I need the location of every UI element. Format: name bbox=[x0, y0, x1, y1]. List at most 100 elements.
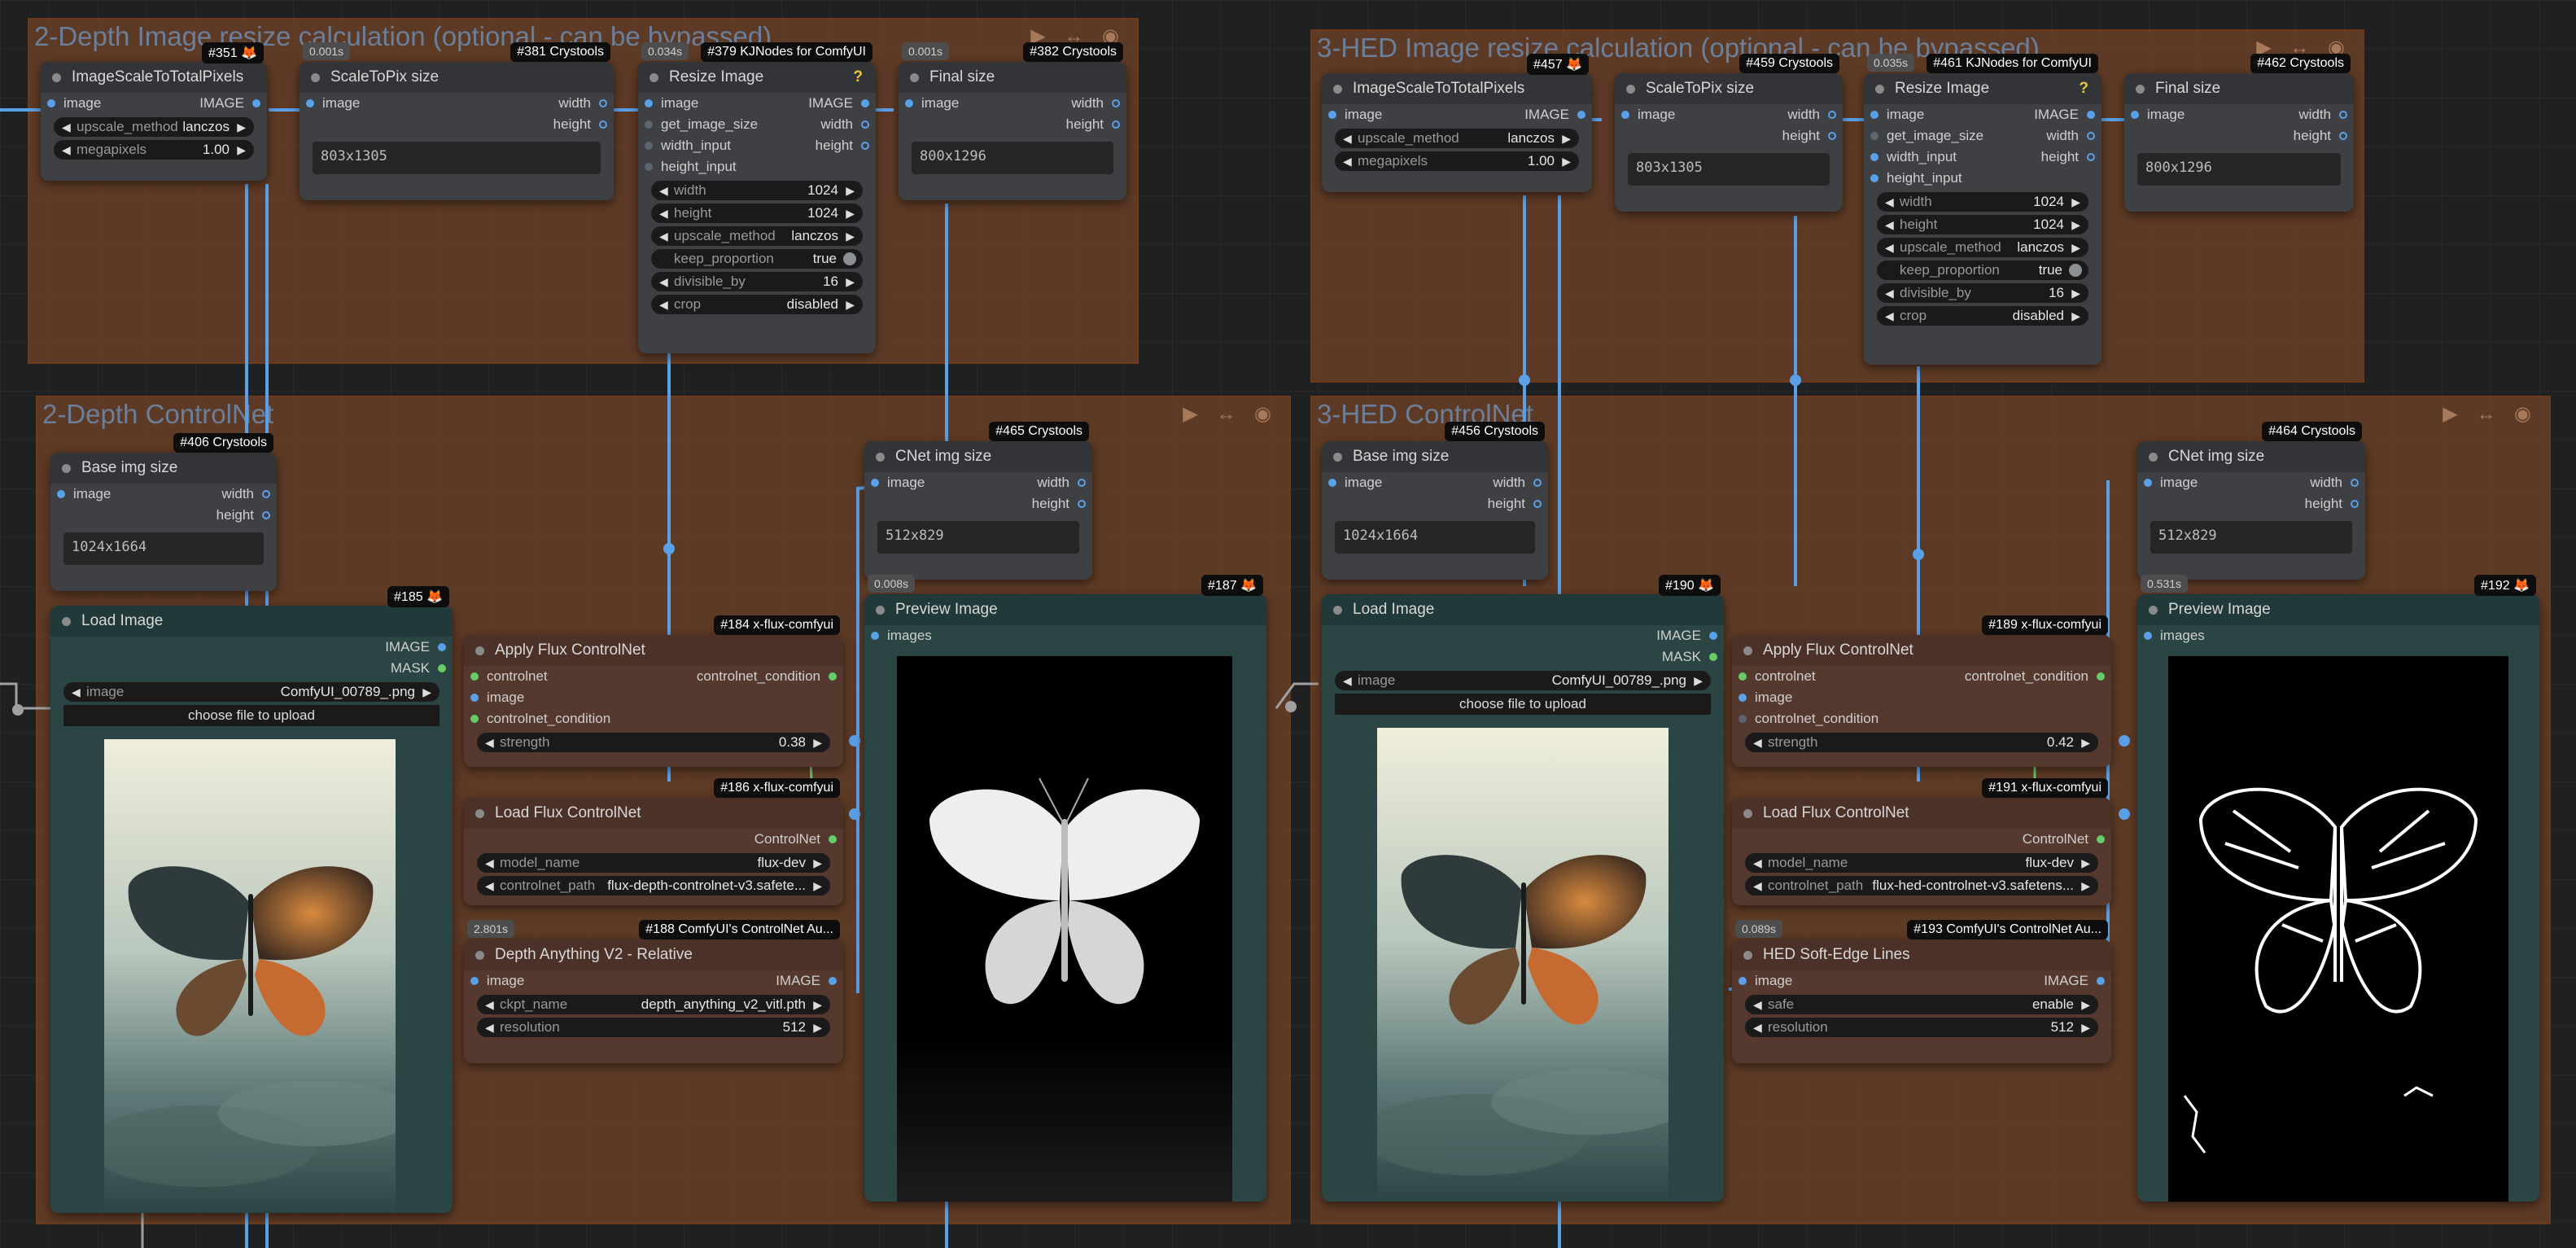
collapse-dot-icon[interactable] bbox=[1743, 809, 1752, 818]
input-slot-icon[interactable] bbox=[871, 632, 879, 640]
arrow-right-icon[interactable]: ▶ bbox=[2081, 853, 2090, 873]
size-text[interactable]: 800x1296 bbox=[2137, 153, 2341, 186]
input-slot-icon[interactable] bbox=[470, 672, 479, 681]
node-base-img-size[interactable]: #456 Crystools Base img size image width … bbox=[1322, 422, 1548, 580]
crop-widget[interactable]: ◀ crop disabled ▶ bbox=[651, 295, 863, 314]
toggle-knob-icon[interactable] bbox=[843, 252, 856, 265]
arrow-right-icon[interactable]: ▶ bbox=[1562, 151, 1571, 171]
node-hed-soft-edge-lines[interactable]: 0.089s #193 ComfyUI's ControlNet Au... H… bbox=[1732, 920, 2111, 1063]
node-preview-image[interactable]: 0.531s #192 🦊 Preview Image images bbox=[2137, 575, 2539, 1202]
output-slot-icon[interactable] bbox=[861, 120, 869, 129]
height-widget[interactable]: ◀ height 1024 ▶ bbox=[651, 204, 863, 223]
arrow-right-icon[interactable]: ▶ bbox=[813, 733, 822, 752]
arrow-right-icon[interactable]: ▶ bbox=[2071, 306, 2080, 326]
node-preview-image[interactable]: 0.008s #187 🦊 Preview Image images bbox=[864, 575, 1266, 1202]
arrow-left-icon[interactable]: ◀ bbox=[72, 682, 81, 702]
input-slot-icon[interactable] bbox=[645, 163, 653, 171]
arrow-right-icon[interactable]: ▶ bbox=[237, 140, 246, 160]
output-slot-icon[interactable] bbox=[861, 142, 869, 150]
arrow-right-icon[interactable]: ▶ bbox=[846, 226, 855, 246]
input-slot-icon[interactable] bbox=[1738, 672, 1747, 681]
node-resize-image[interactable]: 0.034s #379 KJNodes for ComfyUI Resize I… bbox=[638, 42, 876, 353]
arrow-right-icon[interactable]: ▶ bbox=[813, 1018, 822, 1037]
resolution-widget[interactable]: ◀ resolution 512 ▶ bbox=[1745, 1018, 2098, 1037]
divisible-by-widget[interactable]: ◀ divisible_by 16 ▶ bbox=[1877, 283, 2088, 303]
image-file-widget[interactable]: ◀ image ComfyUI_00789_.png ▶ bbox=[1335, 671, 1711, 690]
output-slot-icon[interactable] bbox=[1533, 500, 1542, 508]
node-load-image[interactable]: #190 🦊 Load Image IMAGE MASK ◀ image Comfy… bbox=[1322, 575, 1724, 1202]
input-slot-icon[interactable] bbox=[645, 99, 653, 107]
strength-widget[interactable]: ◀ strength 0.42 ▶ bbox=[1745, 733, 2098, 752]
arrow-left-icon[interactable]: ◀ bbox=[485, 1018, 494, 1037]
output-slot-icon[interactable] bbox=[1533, 479, 1542, 487]
output-slot-icon[interactable] bbox=[262, 511, 270, 519]
arrow-left-icon[interactable]: ◀ bbox=[659, 226, 668, 246]
node-base-img-size[interactable]: #406 Crystools Base img size image width … bbox=[50, 433, 277, 591]
upscale-method-widget[interactable]: ◀ upscale_method lanczos ▶ bbox=[54, 117, 254, 137]
upscale-method-widget[interactable]: ◀ upscale_method lanczos ▶ bbox=[1335, 129, 1579, 148]
output-slot-icon[interactable] bbox=[1112, 99, 1120, 107]
height-widget[interactable]: ◀ height 1024 ▶ bbox=[1877, 215, 2088, 234]
arrow-left-icon[interactable]: ◀ bbox=[1885, 215, 1894, 234]
node-cnet-img-size[interactable]: #464 Crystools CNet img size image width … bbox=[2137, 422, 2365, 580]
size-text[interactable]: 800x1296 bbox=[912, 142, 1113, 174]
collapse-dot-icon[interactable] bbox=[649, 73, 658, 82]
output-slot-icon[interactable] bbox=[1709, 653, 1717, 661]
input-slot-icon[interactable] bbox=[645, 120, 653, 129]
node-final-size[interactable]: 0.001s #382 Crystools Final size image wi… bbox=[899, 42, 1126, 200]
arrow-left-icon[interactable]: ◀ bbox=[1753, 995, 1762, 1014]
arrow-left-icon[interactable]: ◀ bbox=[1343, 671, 1352, 690]
input-slot-icon[interactable] bbox=[2131, 111, 2139, 119]
input-slot-icon[interactable] bbox=[57, 490, 65, 498]
input-slot-icon[interactable] bbox=[47, 99, 55, 107]
node-load-flux-controlnet[interactable]: #186 x-flux-comfyui Load Flux ControlNet… bbox=[464, 778, 843, 905]
collapse-dot-icon[interactable] bbox=[62, 464, 71, 473]
output-slot-icon[interactable] bbox=[1112, 120, 1120, 129]
node-scale-to-pix-size[interactable]: 0.001s #381 Crystools ScaleToPix size im… bbox=[300, 42, 614, 200]
output-slot-icon[interactable] bbox=[1709, 632, 1717, 640]
choose-file-button[interactable]: choose file to upload bbox=[1335, 694, 1711, 715]
output-slot-icon[interactable] bbox=[829, 977, 837, 985]
output-slot-icon[interactable] bbox=[2087, 132, 2095, 140]
arrow-right-icon[interactable]: ▶ bbox=[846, 181, 855, 200]
input-slot-icon[interactable] bbox=[1870, 111, 1878, 119]
collapse-dot-icon[interactable] bbox=[475, 951, 484, 960]
width-widget[interactable]: ◀ width 1024 ▶ bbox=[1877, 192, 2088, 212]
arrow-right-icon[interactable]: ▶ bbox=[2071, 215, 2080, 234]
node-load-flux-controlnet[interactable]: #191 x-flux-comfyui Load Flux ControlNet… bbox=[1732, 778, 2111, 905]
megapixels-widget[interactable]: ◀ megapixels 1.00 ▶ bbox=[1335, 151, 1579, 171]
size-text[interactable]: 803x1305 bbox=[1628, 153, 1830, 186]
arrow-right-icon[interactable]: ▶ bbox=[2071, 283, 2080, 303]
input-slot-icon[interactable] bbox=[1870, 132, 1878, 140]
arrow-left-icon[interactable]: ◀ bbox=[1343, 129, 1352, 148]
arrow-left-icon[interactable]: ◀ bbox=[659, 295, 668, 314]
arrow-left-icon[interactable]: ◀ bbox=[659, 204, 668, 223]
input-slot-icon[interactable] bbox=[2144, 479, 2152, 487]
arrow-right-icon[interactable]: ▶ bbox=[2081, 995, 2090, 1014]
input-slot-icon[interactable] bbox=[1738, 977, 1747, 985]
node-scale-to-pix-size[interactable]: #459 Crystools ScaleToPix size image widt… bbox=[1615, 54, 1843, 212]
keep-proportion-toggle[interactable]: keep_proportion true bbox=[651, 249, 863, 269]
collapse-dot-icon[interactable] bbox=[2136, 85, 2145, 94]
output-slot-icon[interactable] bbox=[599, 99, 607, 107]
arrow-left-icon[interactable]: ◀ bbox=[1753, 733, 1762, 752]
collapse-dot-icon[interactable] bbox=[1626, 85, 1635, 94]
arrow-right-icon[interactable]: ▶ bbox=[1694, 671, 1703, 690]
arrow-left-icon[interactable]: ◀ bbox=[1885, 306, 1894, 326]
collapse-dot-icon[interactable] bbox=[52, 73, 61, 82]
input-slot-icon[interactable] bbox=[470, 694, 479, 702]
collapse-dot-icon[interactable] bbox=[1333, 606, 1342, 615]
collapse-dot-icon[interactable] bbox=[1743, 646, 1752, 655]
collapse-dot-icon[interactable] bbox=[311, 73, 320, 82]
output-slot-icon[interactable] bbox=[2351, 479, 2359, 487]
arrow-left-icon[interactable]: ◀ bbox=[62, 140, 71, 160]
group-controls-icon[interactable]: ▶ ↔ ◉ bbox=[2443, 402, 2538, 426]
node-apply-flux-controlnet[interactable]: #184 x-flux-comfyui Apply Flux ControlNe… bbox=[464, 615, 843, 767]
arrow-right-icon[interactable]: ▶ bbox=[2081, 1018, 2090, 1037]
output-slot-icon[interactable] bbox=[599, 120, 607, 129]
arrow-left-icon[interactable]: ◀ bbox=[62, 117, 71, 137]
collapse-dot-icon[interactable] bbox=[475, 646, 484, 655]
arrow-right-icon[interactable]: ▶ bbox=[813, 995, 822, 1014]
input-slot-icon[interactable] bbox=[306, 99, 314, 107]
output-slot-icon[interactable] bbox=[1828, 111, 1836, 119]
